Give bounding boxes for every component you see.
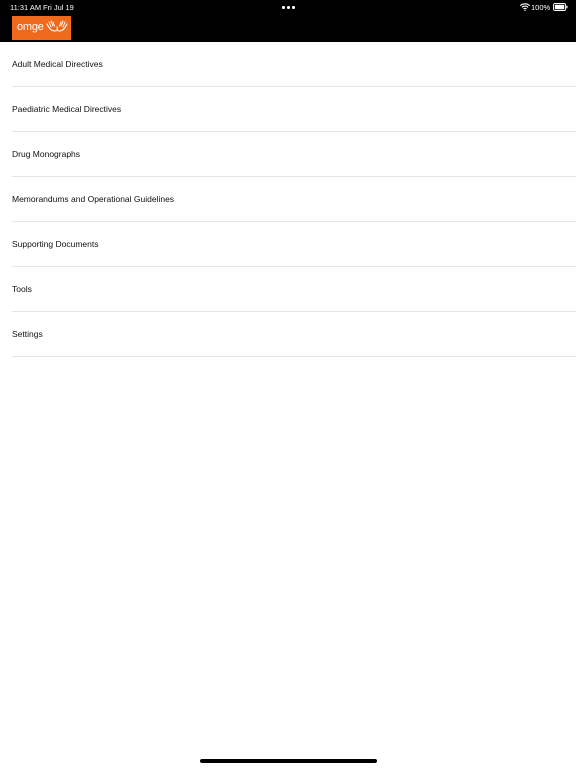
status-date: Fri Jul 19 xyxy=(43,3,74,12)
menu-item-adult-medical-directives[interactable]: Adult Medical Directives xyxy=(0,42,576,87)
menu-item-label: Supporting Documents xyxy=(12,239,99,249)
battery-icon xyxy=(553,3,568,11)
main-menu: Adult Medical Directives Paediatric Medi… xyxy=(0,42,576,357)
hands-logo-icon xyxy=(46,20,68,32)
menu-item-settings[interactable]: Settings xyxy=(0,312,576,357)
logo-text: omge xyxy=(17,21,44,33)
app-screen: 11:31 AM Fri Jul 19 100% omge Adult Medi… xyxy=(0,0,576,768)
menu-item-label: Tools xyxy=(12,284,32,294)
status-time: 11:31 AM xyxy=(10,3,42,12)
status-bar: 11:31 AM Fri Jul 19 100% xyxy=(0,0,576,14)
top-bar: 11:31 AM Fri Jul 19 100% omge xyxy=(0,0,576,42)
menu-item-paediatric-medical-directives[interactable]: Paediatric Medical Directives xyxy=(0,87,576,132)
menu-item-label: Paediatric Medical Directives xyxy=(12,104,122,114)
home-indicator[interactable] xyxy=(200,759,377,763)
menu-item-label: Drug Monographs xyxy=(12,149,81,159)
wifi-icon xyxy=(520,3,530,11)
multitask-dots-icon[interactable] xyxy=(282,6,296,9)
menu-item-label: Adult Medical Directives xyxy=(12,59,103,69)
menu-item-supporting-documents[interactable]: Supporting Documents xyxy=(0,222,576,267)
menu-item-drug-monographs[interactable]: Drug Monographs xyxy=(0,132,576,177)
battery-percent: 100% xyxy=(531,3,551,12)
menu-item-label: Memorandums and Operational Guidelines xyxy=(12,194,175,204)
app-logo[interactable]: omge xyxy=(12,16,71,40)
menu-item-label: Settings xyxy=(12,329,43,339)
menu-item-tools[interactable]: Tools xyxy=(0,267,576,312)
menu-item-memorandums-guidelines[interactable]: Memorandums and Operational Guidelines xyxy=(0,177,576,222)
